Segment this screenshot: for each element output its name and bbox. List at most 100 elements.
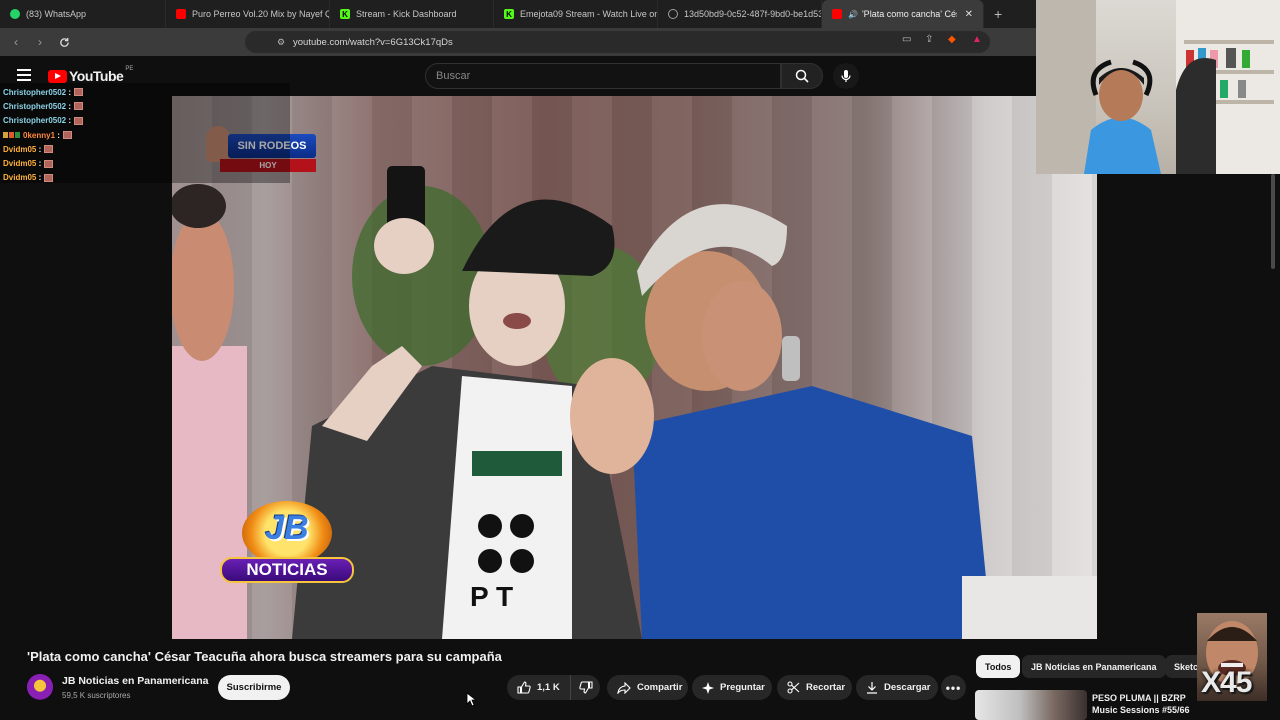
- video-title: 'Plata como cancha' César Teacuña ahora …: [27, 649, 502, 664]
- country-code: PE: [125, 66, 134, 72]
- badge-icon: [15, 132, 20, 139]
- mouse-cursor-icon: [466, 692, 476, 707]
- youtube-icon: [176, 9, 186, 19]
- new-tab-button[interactable]: +: [994, 6, 1002, 22]
- clip-label: Recortar: [806, 682, 846, 693]
- youtube-logo[interactable]: YouTube PE: [48, 66, 134, 84]
- clip-button[interactable]: Recortar: [777, 675, 852, 700]
- badge-icon: [3, 132, 8, 139]
- thumbs-down-icon: [578, 681, 593, 694]
- chat-message: Dvidm05 :: [3, 142, 287, 156]
- emote-icon: [74, 116, 84, 125]
- site-info-icon[interactable]: ⚙: [277, 37, 285, 48]
- logo-jb-text: JB: [265, 509, 309, 547]
- scissors-icon: [787, 681, 800, 694]
- browser-tab-active[interactable]: 🔊 'Plata como cancha' César Te ✕: [822, 0, 984, 28]
- chat-message: Christopher0502 :: [3, 114, 287, 128]
- chat-message: Dvidm05 :: [3, 156, 287, 170]
- sparkle-icon: [702, 681, 714, 694]
- jb-noticias-logo: JB NOTICIAS: [220, 501, 354, 593]
- share-label: Compartir: [637, 682, 683, 693]
- close-tab-icon[interactable]: ✕: [965, 9, 973, 20]
- share-page-icon[interactable]: ⇪: [925, 34, 933, 45]
- recommendation-title[interactable]: PESO PLUMA || BZRP Music Sessions #55/66: [1092, 692, 1212, 716]
- channel-avatar[interactable]: [27, 674, 53, 700]
- kick-icon: K: [504, 9, 514, 19]
- multiplier-overlay: X45: [1201, 666, 1252, 699]
- microphone-icon: [841, 70, 851, 82]
- chat-username: Christopher0502: [3, 116, 67, 126]
- chip-all[interactable]: Todos: [976, 655, 1021, 678]
- emote-icon: [44, 145, 54, 154]
- browser-tab-strip: (83) WhatsApp Puro Perreo Vol.20 Mix by …: [0, 0, 1036, 28]
- youtube-play-icon: [48, 69, 67, 83]
- browser-tab[interactable]: Puro Perreo Vol.20 Mix by Nayef Qva: [166, 0, 330, 28]
- cast-icon[interactable]: ▭: [902, 34, 911, 45]
- browser-tab[interactable]: (83) WhatsApp: [0, 0, 166, 28]
- emote-icon: [62, 131, 72, 140]
- video-player[interactable]: P T SIN RODEOS HOY JB NOTICIAS: [172, 96, 1097, 639]
- logo-text: YouTube: [69, 68, 124, 84]
- like-button[interactable]: 1,1 K: [507, 675, 571, 700]
- emote-icon: [74, 102, 84, 111]
- rewards-icon[interactable]: ▲: [972, 34, 982, 45]
- tab-title: Emejota09 Stream - Watch Live on K: [520, 9, 658, 19]
- chat-username: Christopher0502: [3, 87, 67, 97]
- search-input[interactable]: Buscar: [425, 63, 781, 89]
- share-button[interactable]: Compartir: [607, 675, 688, 700]
- share-icon: [617, 681, 631, 694]
- browser-toolbar: ‹ › ⚙ youtube.com/watch?v=6G13Ck17qDs ▭ …: [0, 28, 1036, 56]
- search-placeholder: Buscar: [436, 70, 471, 82]
- more-icon: •••: [945, 680, 962, 695]
- globe-icon: [668, 9, 678, 19]
- tab-title: Puro Perreo Vol.20 Mix by Nayef Qva: [192, 9, 330, 19]
- whatsapp-icon: [10, 9, 20, 19]
- search-button[interactable]: [781, 63, 823, 89]
- reload-icon: [59, 37, 69, 47]
- logo-noticias-text: NOTICIAS: [220, 557, 354, 583]
- subscribe-button[interactable]: Suscribirme: [218, 675, 290, 700]
- stream-chat-overlay: Christopher0502 : Christopher0502 : Chri…: [0, 83, 290, 183]
- secondary-column: [1097, 174, 1280, 639]
- dislike-button[interactable]: [571, 675, 600, 700]
- download-icon: [867, 682, 877, 694]
- badge-icon: [9, 132, 14, 139]
- recommendation-thumbnail[interactable]: [975, 690, 1087, 720]
- channel-name[interactable]: JB Noticias en Panamericana: [62, 675, 208, 687]
- tab-title: 13d50bd9-0c52-487f-9bd0-be1d53(: [684, 9, 822, 19]
- browser-tab[interactable]: K Emejota09 Stream - Watch Live on K: [494, 0, 658, 28]
- reload-button[interactable]: [54, 32, 74, 52]
- webcam-image: [1036, 0, 1280, 174]
- like-count: 1,1 K: [537, 682, 560, 693]
- more-actions-button[interactable]: •••: [941, 675, 966, 700]
- menu-icon[interactable]: [17, 69, 31, 81]
- chat-message: 0kenny1 :: [3, 128, 287, 142]
- shirt-letters: P T: [470, 581, 513, 612]
- scrollbar[interactable]: [1271, 174, 1275, 269]
- streamer-webcam: [1036, 0, 1280, 174]
- chat-username: Dvidm05: [3, 159, 37, 169]
- chip-channel[interactable]: JB Noticias en Panamericana: [1022, 655, 1166, 678]
- forward-button[interactable]: ›: [30, 32, 50, 52]
- chat-username: 0kenny1: [23, 130, 56, 140]
- ask-button[interactable]: Preguntar: [692, 675, 772, 700]
- chat-message: Christopher0502 :: [3, 99, 287, 113]
- subscriber-count: 59,5 K suscriptores: [62, 691, 131, 700]
- chat-message: Christopher0502 :: [3, 85, 287, 99]
- chat-username: Dvidm05: [3, 173, 37, 183]
- like-dislike-group: 1,1 K: [507, 675, 600, 700]
- chat-username: Christopher0502: [3, 101, 67, 111]
- address-bar[interactable]: ⚙ youtube.com/watch?v=6G13Ck17qDs: [245, 31, 990, 53]
- tab-title: 'Plata como cancha' César Te: [861, 9, 957, 19]
- browser-tab[interactable]: 13d50bd9-0c52-487f-9bd0-be1d53(: [658, 0, 822, 28]
- brave-shield-icon[interactable]: ◆: [948, 34, 956, 45]
- chat-username: Dvidm05: [3, 144, 37, 154]
- download-button[interactable]: Descargar: [856, 675, 938, 700]
- back-button[interactable]: ‹: [6, 32, 26, 52]
- url-text: youtube.com/watch?v=6G13Ck17qDs: [293, 36, 453, 48]
- browser-tab[interactable]: K Stream - Kick Dashboard: [330, 0, 494, 28]
- emote-icon: [74, 88, 84, 97]
- voice-search-button[interactable]: [833, 63, 859, 89]
- ask-label: Preguntar: [720, 682, 765, 693]
- search-icon: [795, 69, 809, 83]
